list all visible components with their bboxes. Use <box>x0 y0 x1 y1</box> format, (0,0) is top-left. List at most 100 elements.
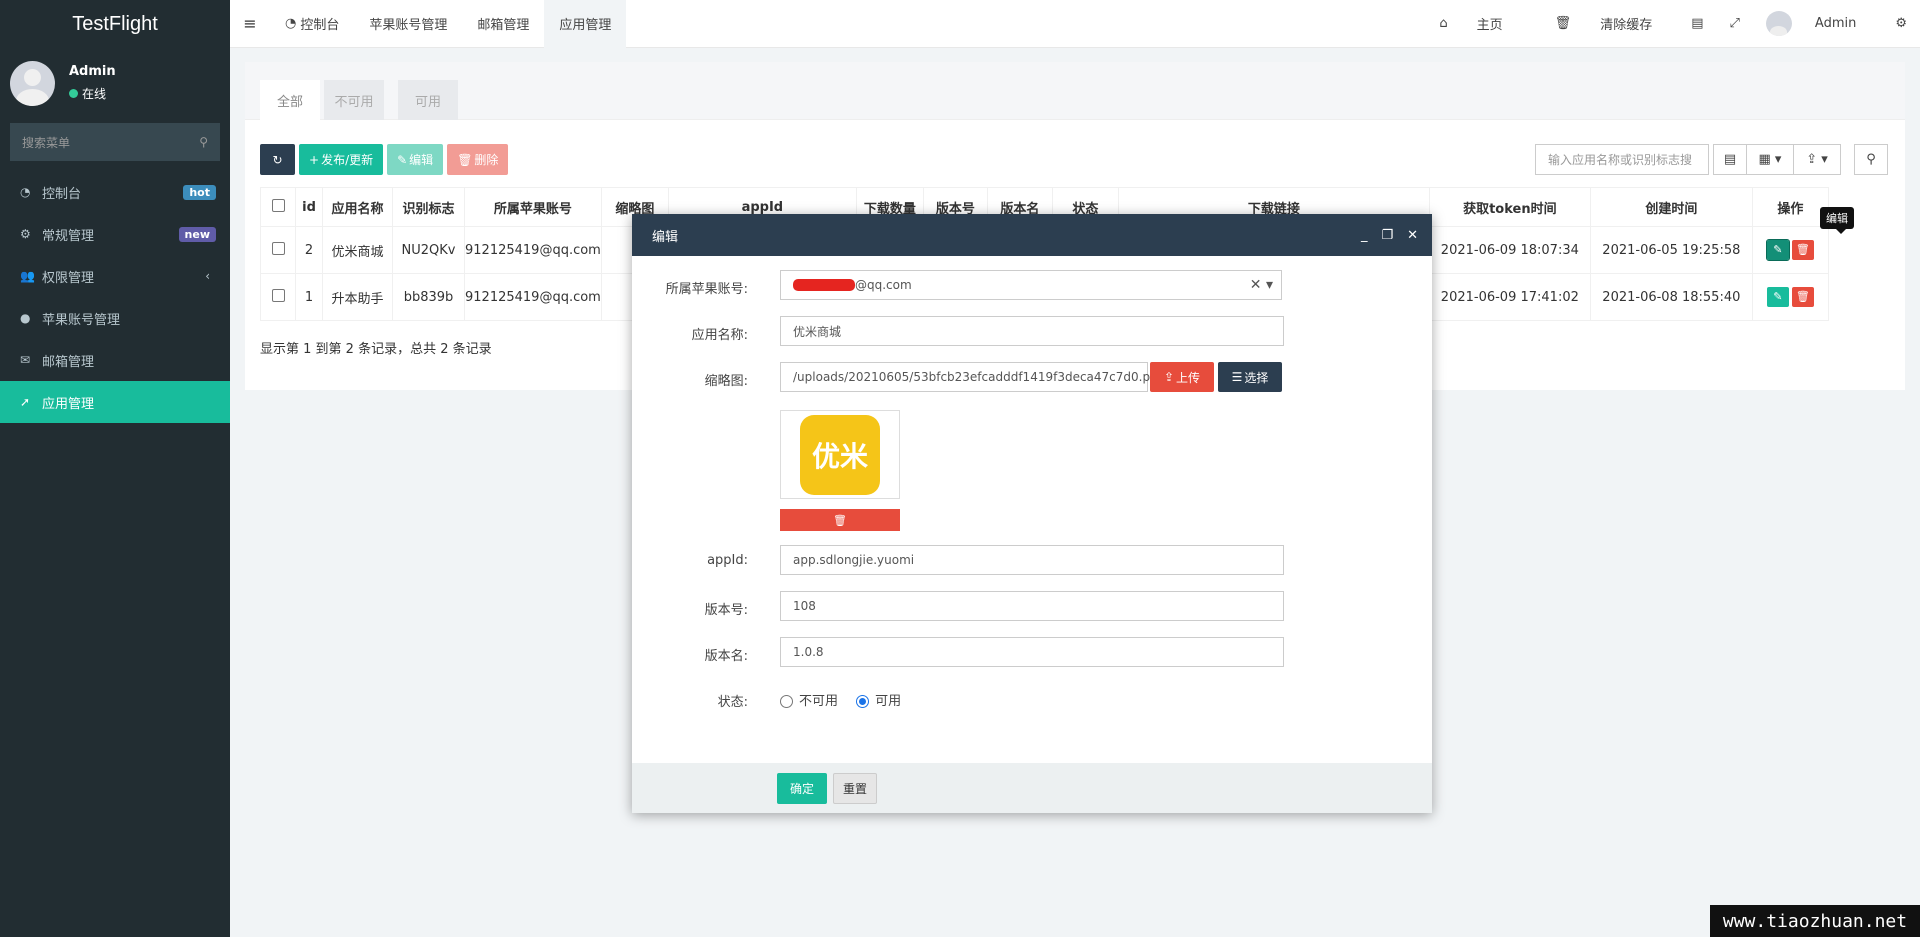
minimize-icon[interactable]: _ <box>1361 228 1368 243</box>
user-menu[interactable]: Admin <box>1753 11 1882 36</box>
toggle-view-button[interactable]: ▤ <box>1713 144 1747 175</box>
advanced-search-button[interactable]: ⚲ <box>1854 144 1888 175</box>
tab-dashboard[interactable]: ◔ 控制台 <box>270 0 354 48</box>
refresh-icon: ↻ <box>272 152 283 167</box>
fullscreen-icon[interactable]: ⤢ <box>1717 16 1753 31</box>
upload-button[interactable]: ⇪ 上传 <box>1150 362 1214 392</box>
tab-available[interactable]: 可用 <box>398 80 458 120</box>
user-name: Admin <box>69 64 116 79</box>
clear-cache-button[interactable]: 🗑 清除缓存 <box>1529 14 1679 33</box>
avatar <box>1765 11 1792 36</box>
column-header[interactable]: id <box>295 187 323 227</box>
status-off-label: 不可用 <box>799 694 839 709</box>
column-header[interactable]: 获取token时间 <box>1428 187 1591 227</box>
column-header[interactable]: 创建时间 <box>1589 187 1753 227</box>
tab-unavailable[interactable]: 不可用 <box>324 80 384 120</box>
trash-icon: 🗑 <box>833 513 847 527</box>
maximize-icon[interactable]: ❐ <box>1381 228 1393 243</box>
search-icon: ⚲ <box>1866 152 1876 167</box>
row-delete-button[interactable]: 🗑 <box>1791 287 1814 307</box>
version-name-label: 版本名: <box>704 649 748 664</box>
version-field[interactable]: 108 <box>780 591 1284 621</box>
thumb-path-field[interactable]: /uploads/20210605/53bfcb23efcadddf1419f3… <box>780 362 1165 392</box>
confirm-button[interactable]: 确定 <box>777 772 827 804</box>
dialog-footer: 确定 重置 <box>632 763 1432 813</box>
home-icon: ⌂ <box>1439 16 1448 31</box>
pencil-icon: ✎ <box>397 152 408 167</box>
delete-button[interactable]: 🗑 删除 <box>447 144 509 175</box>
edit-label: 编辑 <box>409 153 434 167</box>
columns-button[interactable]: ▦ ▾ <box>1746 144 1794 175</box>
user-status-text: 在线 <box>82 87 107 101</box>
row-checkbox[interactable] <box>271 241 285 255</box>
status-off-option[interactable]: 不可用 <box>780 694 838 709</box>
account-select[interactable]: @qq.com ✕ ▾ <box>780 270 1282 300</box>
search-icon[interactable]: ⚲ <box>199 135 208 149</box>
thumbnail-preview: 优米 <box>780 410 900 499</box>
sidebar-item-mail[interactable]: ✉ 邮箱管理 <box>0 339 230 381</box>
publish-button[interactable]: + 发布/更新 <box>299 144 384 175</box>
select-all-checkbox[interactable] <box>271 198 285 212</box>
status-on-option[interactable]: 可用 <box>856 694 901 709</box>
home-label: 主页 <box>1476 18 1503 33</box>
status-tabs: 全部 不可用 可用 <box>245 62 1905 120</box>
tab-apple-account[interactable]: 苹果账号管理 <box>354 0 462 48</box>
language-icon[interactable]: ▤ <box>1678 16 1716 31</box>
edit-button[interactable]: ✎ 编辑 <box>387 144 444 175</box>
row-delete-button[interactable]: 🗑 <box>1791 240 1814 260</box>
sidebar-item-general[interactable]: ⚙ 常规管理 new <box>0 213 230 255</box>
home-link[interactable]: ⌂ 主页 <box>1413 14 1528 33</box>
account-label: 所属苹果账号: <box>665 282 748 297</box>
actions-cell: ✎ 🗑 <box>1751 273 1829 321</box>
thumb-label: 缩略图: <box>704 374 748 389</box>
tab-mail[interactable]: 邮箱管理 <box>462 0 544 48</box>
upload-label: 上传 <box>1176 370 1201 385</box>
reset-button[interactable]: 重置 <box>833 772 877 804</box>
tab-all[interactable]: 全部 <box>260 80 320 120</box>
refresh-button[interactable]: ↻ <box>260 144 295 175</box>
row-select-cell <box>260 226 296 274</box>
export-button[interactable]: ⇪ ▾ <box>1793 144 1841 175</box>
id-cell: 1 <box>295 273 323 321</box>
users-icon: 👥 <box>20 269 35 283</box>
sidebar-item-permission[interactable]: 👥 权限管理 ‹ <box>0 255 230 297</box>
online-dot-icon <box>69 89 78 98</box>
appid-field[interactable]: app.sdlongjie.yuomi <box>780 545 1284 575</box>
grid-icon: ▦ ▾ <box>1758 152 1782 167</box>
sidebar-item-label: 常规管理 <box>42 228 95 244</box>
watermark: www.tiaozhuan.net <box>1710 905 1920 937</box>
dialog-title: 编辑 <box>652 229 679 245</box>
app-name-field[interactable]: 优米商城 <box>780 316 1284 346</box>
table-search-input[interactable]: 输入应用名称或识别标志搜 <box>1535 144 1709 175</box>
column-header[interactable]: 应用名称 <box>322 187 393 227</box>
menu-search-input[interactable]: 搜索菜单 ⚲ <box>10 123 220 161</box>
sidebar-item-apple-account[interactable]: ● 苹果账号管理 <box>0 297 230 339</box>
status-on-radio[interactable] <box>856 695 870 708</box>
column-header[interactable]: 所属苹果账号 <box>464 187 602 227</box>
chevron-left-icon: ‹ <box>205 269 210 283</box>
column-header[interactable]: 识别标志 <box>392 187 465 227</box>
sidebar-item-app[interactable]: ➚ 应用管理 <box>0 381 230 423</box>
status-off-radio[interactable] <box>780 695 793 708</box>
sidebar-item-label: 苹果账号管理 <box>42 312 121 328</box>
user-status: 在线 <box>69 85 116 102</box>
dashboard-icon: ◔ <box>20 185 31 199</box>
dashboard-icon: ◔ <box>285 16 297 31</box>
user-panel: Admin 在线 <box>0 48 230 118</box>
choose-button[interactable]: ☰ 选择 <box>1218 362 1282 392</box>
row-edit-button[interactable]: ✎ <box>1765 239 1790 261</box>
sidebar-item-dashboard[interactable]: ◔ 控制台 hot <box>0 171 230 213</box>
tab-app[interactable]: 应用管理 <box>544 0 627 48</box>
settings-gear-icon[interactable]: ⚙ <box>1882 16 1920 31</box>
trash-icon: 🗑 <box>457 152 473 167</box>
close-icon[interactable]: ✕ <box>1407 228 1418 243</box>
thumbnail-delete-button[interactable]: 🗑 <box>780 509 900 531</box>
menu-toggle-icon[interactable]: ≡ <box>230 14 270 33</box>
version-name-field[interactable]: 1.0.8 <box>780 637 1284 667</box>
app-logo[interactable]: TestFlight <box>0 0 230 48</box>
row-checkbox[interactable] <box>271 288 285 302</box>
redaction-mark <box>793 279 855 291</box>
row-edit-button[interactable]: ✎ <box>1766 287 1789 307</box>
status-on-label: 可用 <box>875 694 902 709</box>
clear-icon[interactable]: ✕ ▾ <box>1250 277 1273 293</box>
